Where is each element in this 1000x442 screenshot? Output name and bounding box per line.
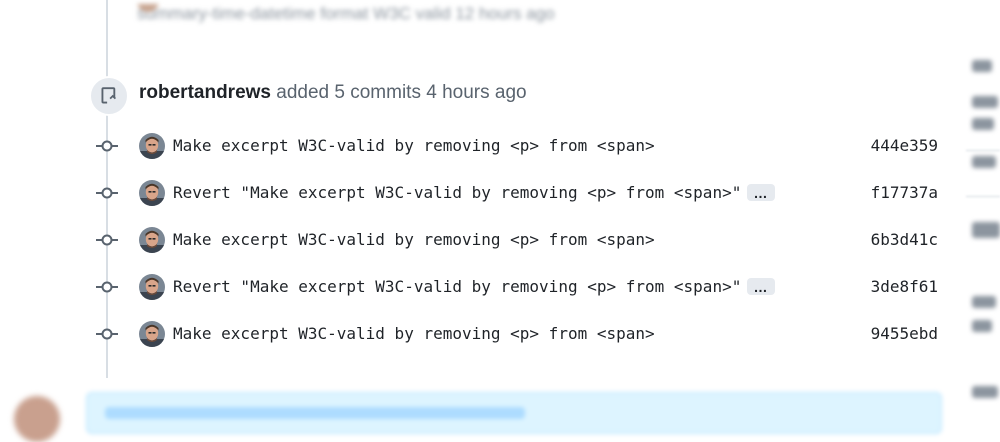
avatar[interactable]: [139, 274, 165, 300]
commit-sha-link[interactable]: f17737a: [871, 183, 938, 203]
commit-sha-link[interactable]: 6b3d41c: [871, 230, 938, 250]
commit-row: Make excerpt W3C-valid by removing <p> f…: [0, 225, 1000, 255]
commit-message-link[interactable]: Make excerpt W3C-valid by removing <p> f…: [173, 136, 655, 156]
avatar[interactable]: [139, 227, 165, 253]
commit-sha-link[interactable]: 444e359: [871, 136, 938, 156]
expand-commit-message-button[interactable]: …: [747, 184, 775, 201]
commit-row: Revert "Make excerpt W3C-valid by removi…: [0, 178, 1000, 208]
commit-message-link[interactable]: Make excerpt W3C-valid by removing <p> f…: [173, 324, 655, 344]
expand-commit-message-button[interactable]: …: [747, 278, 775, 295]
sidebar-blurred: [966, 0, 1000, 420]
event-action: added 5 commits 4 hours ago: [276, 82, 527, 103]
commit-row: Revert "Make excerpt W3C-valid by removi…: [0, 272, 1000, 302]
git-commit-icon: [96, 183, 118, 203]
git-commit-icon: [96, 230, 118, 250]
git-commit-icon: [96, 277, 118, 297]
avatar[interactable]: [139, 180, 165, 206]
previous-event-text: summary-time-datetime format W3C valid 1…: [137, 4, 657, 32]
avatar[interactable]: [139, 321, 165, 347]
event-header: robertandrews added 5 commits 4 hours ag…: [139, 80, 527, 106]
author-link[interactable]: robertandrews: [139, 82, 271, 103]
git-commit-icon: [96, 136, 118, 156]
avatar[interactable]: [139, 133, 165, 159]
commit-message-link[interactable]: Revert "Make excerpt W3C-valid by removi…: [173, 183, 741, 203]
commit-row: Make excerpt W3C-valid by removing <p> f…: [0, 319, 1000, 349]
commit-sha-link[interactable]: 9455ebd: [871, 324, 938, 344]
commit-row: Make excerpt W3C-valid by removing <p> f…: [0, 131, 1000, 161]
repo-push-icon: [89, 76, 129, 116]
commit-sha-link[interactable]: 3de8f61: [871, 277, 938, 297]
commit-message-link[interactable]: Make excerpt W3C-valid by removing <p> f…: [173, 230, 655, 250]
commit-message-link[interactable]: Revert "Make excerpt W3C-valid by removi…: [173, 277, 741, 297]
git-commit-icon: [96, 324, 118, 344]
next-event-blurred: [86, 392, 942, 434]
next-avatar: [14, 396, 60, 442]
